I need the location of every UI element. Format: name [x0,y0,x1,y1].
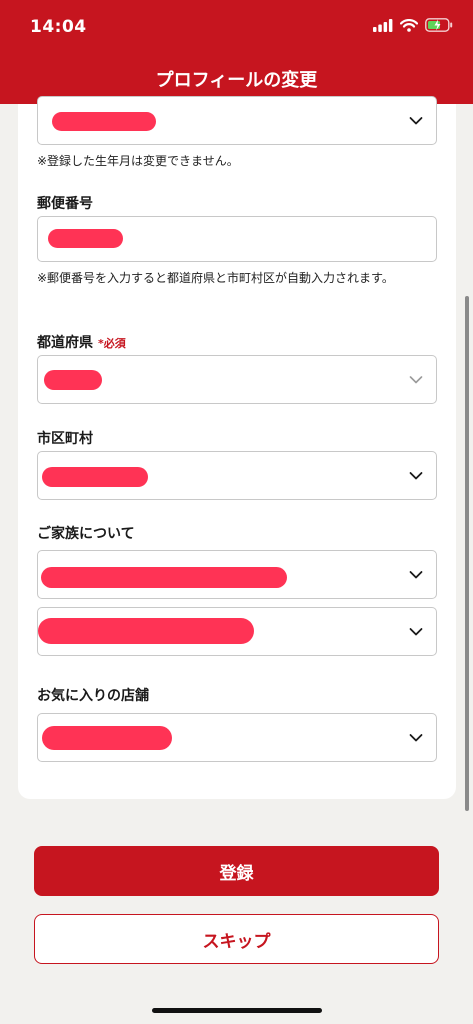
postal-code-note: ※郵便番号を入力すると都道府県と市町村区が自動入力されます。 [37,271,394,285]
redacted-value [42,467,148,487]
status-time: 14:04 [30,17,87,37]
prefecture-label: 都道府県 *必須 [37,332,126,352]
wifi-icon [400,18,418,32]
birth-date-note: ※登録した生年月は変更できません。 [37,154,239,168]
chevron-down-icon [409,733,423,741]
status-icons [373,18,453,32]
redacted-value [48,229,123,248]
skip-button[interactable]: スキップ [34,914,439,964]
birth-date-select[interactable] [37,96,437,145]
scrollbar[interactable] [465,296,469,811]
chevron-down-icon [409,627,423,635]
city-label: 市区町村 [37,431,93,447]
cellular-signal-icon [373,18,393,32]
redacted-value [44,370,102,390]
family-select-2[interactable] [37,607,437,656]
app-header: 14:04 プロフィールの変更 [0,0,473,104]
page-title: プロフィールの変更 [155,70,318,91]
chevron-down-icon [409,116,423,124]
chevron-down-icon [409,570,423,578]
city-select[interactable] [37,451,437,500]
family-select-1[interactable] [37,550,437,599]
battery-charging-icon [425,18,453,32]
postal-code-input[interactable] [37,216,437,262]
prefecture-select[interactable] [37,355,437,404]
required-badge: *必須 [98,337,126,350]
chevron-down-icon [409,375,423,383]
favorite-store-select[interactable] [37,713,437,762]
postal-code-label: 郵便番号 [37,196,93,212]
redacted-value [42,726,172,750]
register-button[interactable]: 登録 [34,846,439,896]
family-label: ご家族について [37,526,135,542]
redacted-value [38,618,254,644]
redacted-value [52,112,156,131]
home-indicator [152,1008,322,1013]
chevron-down-icon [409,471,423,479]
prefecture-label-text: 都道府県 [37,335,93,351]
redacted-value [41,567,287,588]
favorite-store-label: お気に入りの店舗 [37,688,149,704]
